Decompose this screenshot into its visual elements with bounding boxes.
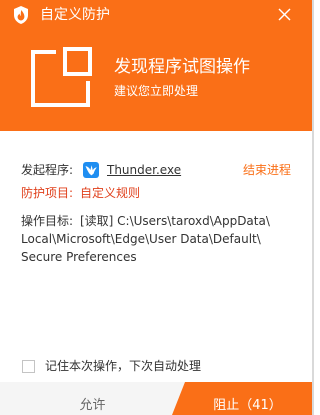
dialog-header: 自定义防护 发现程序试图操作 建议您立即处理 — [0, 0, 312, 131]
end-process-link[interactable]: 结束进程 — [243, 162, 291, 178]
remember-label[interactable]: 记住本次操作，下次自动处理 — [45, 358, 201, 374]
alert-subline: 建议您立即处理 — [114, 84, 199, 98]
remember-checkbox[interactable] — [22, 360, 35, 373]
window-title: 自定义防护 — [40, 7, 110, 23]
alert-headline: 发现程序试图操作 — [114, 57, 250, 77]
allow-button[interactable]: 允许 — [0, 382, 185, 415]
program-name-link[interactable]: Thunder.exe — [107, 162, 181, 178]
window-alert-icon — [30, 47, 92, 109]
target-path-line: [读取] C:\Users\taroxd\AppData\ — [80, 214, 270, 228]
custom-protection-dialog: 自定义防护 发现程序试图操作 建议您立即处理 发起程序: Thunder.exe… — [0, 0, 314, 415]
title-bar: 自定义防护 — [0, 0, 312, 30]
close-icon — [278, 8, 291, 21]
flame-shield-icon — [11, 5, 31, 25]
close-button[interactable] — [273, 5, 295, 25]
protection-item-label: 防护项目: — [21, 186, 74, 200]
protection-item-value: 自定义规则 — [80, 186, 141, 200]
action-footer: 允许 阻止（41） — [0, 382, 312, 415]
thunder-bird-icon — [83, 162, 99, 178]
target-path-line: Local\Microsoft\Edge\User Data\Default\ — [21, 232, 261, 246]
target-path-line: Secure Preferences — [21, 250, 137, 264]
initiator-label: 发起程序: — [21, 163, 74, 177]
target-path: [读取] C:\Users\taroxd\AppData\ Local\Micr… — [21, 212, 299, 266]
allow-button-label: 允许 — [79, 398, 106, 413]
